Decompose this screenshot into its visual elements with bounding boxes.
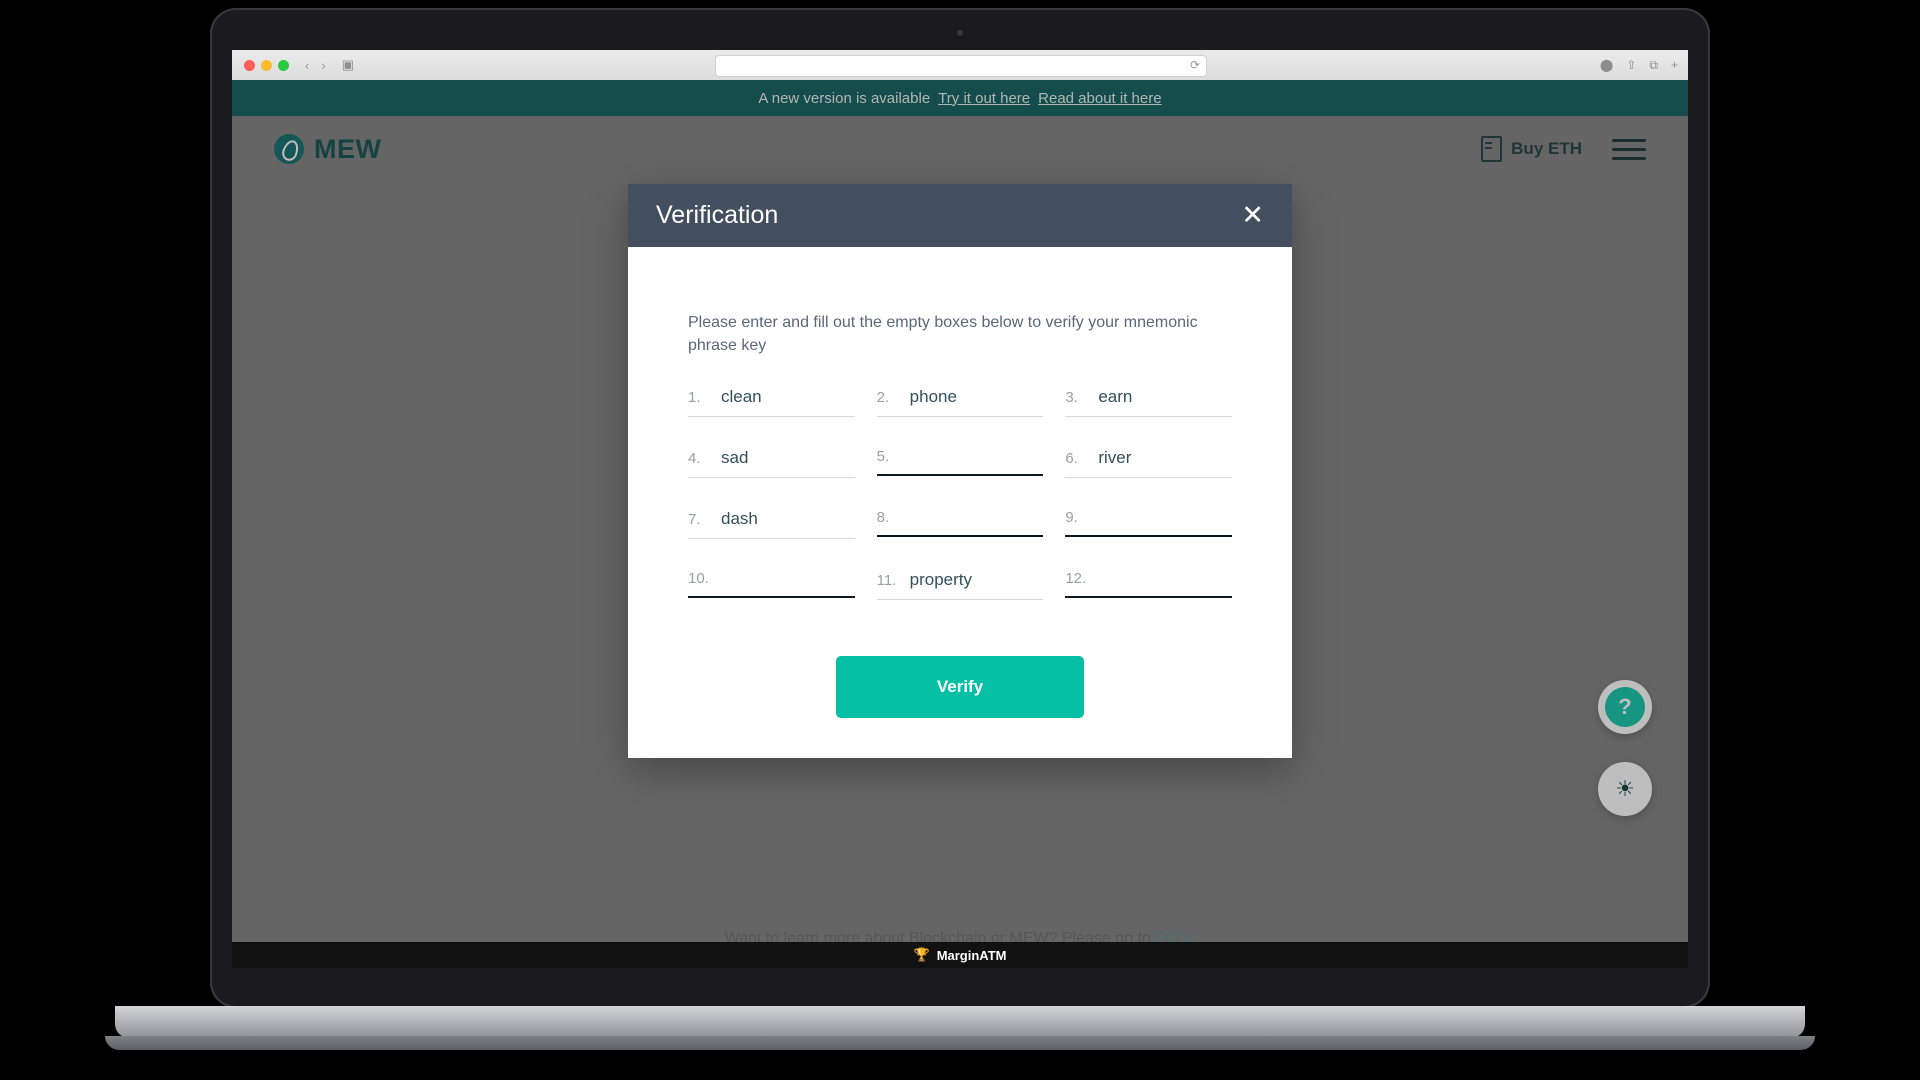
mnemonic-cell: 12. bbox=[1065, 570, 1232, 631]
mnemonic-grid: 1. clean 2. phone 3. earn 4. sad 5. 6. river 7. dash… bbox=[688, 387, 1232, 631]
extensions-icon[interactable]: ⬤ bbox=[1600, 58, 1613, 72]
browser-toolbar: ‹ › ▣ ⟳ ⬤ ⇧ ⧉ + bbox=[232, 50, 1688, 81]
mnemonic-index: 9. bbox=[1065, 509, 1078, 527]
sidebar-icon[interactable]: ▣ bbox=[342, 57, 354, 73]
window-controls[interactable] bbox=[244, 59, 289, 71]
verify-button-row: Verify bbox=[688, 656, 1232, 719]
mnemonic-cell: 8. bbox=[876, 509, 1044, 570]
taskbar-app-name: MarginATM bbox=[936, 947, 1007, 963]
maximize-window-button[interactable] bbox=[278, 59, 289, 71]
mnemonic-word: river bbox=[1098, 448, 1132, 468]
mnemonic-input-4[interactable]: 4. sad bbox=[688, 448, 855, 477]
mnemonic-input-1[interactable]: 1. clean bbox=[688, 387, 855, 416]
mnemonic-underline bbox=[688, 416, 855, 418]
laptop-frame: ‹ › ▣ ⟳ ⬤ ⇧ ⧉ + A new version is availab… bbox=[105, 8, 1815, 1050]
mnemonic-input-10[interactable]: 10. bbox=[688, 570, 855, 596]
mnemonic-index: 4. bbox=[688, 450, 701, 468]
mnemonic-index: 8. bbox=[876, 509, 890, 527]
mnemonic-index: 12. bbox=[1065, 570, 1087, 588]
mnemonic-index: 3. bbox=[1065, 389, 1078, 407]
mnemonic-index: 2. bbox=[876, 389, 890, 407]
mnemonic-cell: 7. dash bbox=[688, 509, 855, 570]
mnemonic-input-6[interactable]: 6. river bbox=[1065, 448, 1232, 477]
margin-atm-icon: 🏆 bbox=[913, 947, 930, 962]
mnemonic-cell: 5. bbox=[876, 448, 1044, 509]
mnemonic-underline bbox=[1065, 416, 1232, 418]
laptop-base bbox=[115, 1006, 1805, 1038]
minimize-window-button[interactable] bbox=[261, 59, 272, 71]
verify-button[interactable]: Verify bbox=[836, 656, 1084, 719]
mnemonic-underline bbox=[688, 538, 855, 540]
close-icon[interactable]: ✕ bbox=[1241, 202, 1264, 229]
mnemonic-underline bbox=[688, 477, 855, 479]
mnemonic-underline bbox=[1065, 477, 1232, 479]
modal-header: Verification ✕ bbox=[628, 184, 1292, 247]
mnemonic-word: earn bbox=[1098, 387, 1133, 407]
new-tab-button[interactable]: + bbox=[1671, 58, 1678, 72]
modal-body: Please enter and fill out the empty boxe… bbox=[628, 247, 1292, 758]
mnemonic-input-2[interactable]: 2. phone bbox=[877, 387, 1044, 416]
taskbar: 🏆 MarginATM bbox=[232, 942, 1688, 968]
mnemonic-input-11[interactable]: 11. property bbox=[877, 570, 1044, 599]
mnemonic-input-8[interactable]: 8. bbox=[877, 509, 1044, 535]
mnemonic-index: 7. bbox=[688, 511, 701, 529]
screen: ‹ › ▣ ⟳ ⬤ ⇧ ⧉ + A new version is availab… bbox=[232, 50, 1688, 968]
close-window-button[interactable] bbox=[244, 59, 255, 71]
webcam bbox=[957, 30, 963, 36]
mnemonic-input-3[interactable]: 3. earn bbox=[1065, 387, 1232, 416]
mnemonic-word: phone bbox=[909, 387, 957, 407]
mnemonic-index: 11. bbox=[876, 572, 897, 590]
mnemonic-word: dash bbox=[721, 509, 758, 529]
mnemonic-index: 1. bbox=[688, 389, 701, 407]
mnemonic-input-12[interactable]: 12. bbox=[1065, 570, 1232, 596]
mnemonic-cell: 4. sad bbox=[688, 448, 855, 509]
share-icon[interactable]: ⇧ bbox=[1626, 58, 1636, 72]
tabs-icon[interactable]: ⧉ bbox=[1649, 58, 1658, 73]
web-page: A new version is available Try it out he… bbox=[232, 80, 1688, 968]
mnemonic-cell: 1. clean bbox=[688, 387, 855, 448]
mnemonic-underline bbox=[876, 535, 1044, 538]
laptop-foot bbox=[105, 1036, 1815, 1050]
mnemonic-word: sad bbox=[721, 448, 749, 468]
mnemonic-input-5[interactable]: 5. bbox=[877, 448, 1044, 474]
address-bar[interactable]: ⟳ bbox=[715, 55, 1207, 77]
toolbar-right[interactable]: ⬤ ⇧ ⧉ + bbox=[1600, 50, 1678, 80]
mnemonic-index: 10. bbox=[688, 570, 709, 588]
mnemonic-underline bbox=[688, 596, 855, 599]
mnemonic-index: 6. bbox=[1065, 450, 1078, 468]
verification-modal: Verification ✕ Please enter and fill out… bbox=[628, 184, 1292, 759]
mnemonic-underline bbox=[876, 599, 1044, 601]
mnemonic-input-7[interactable]: 7. dash bbox=[688, 509, 855, 538]
mnemonic-cell: 10. bbox=[688, 570, 855, 631]
mnemonic-cell: 3. earn bbox=[1065, 387, 1232, 448]
mnemonic-index: 5. bbox=[876, 448, 890, 466]
back-button[interactable]: ‹ bbox=[305, 58, 309, 73]
mnemonic-cell: 2. phone bbox=[876, 387, 1044, 448]
mnemonic-input-9[interactable]: 9. bbox=[1065, 509, 1232, 535]
mnemonic-cell: 9. bbox=[1065, 509, 1232, 570]
mnemonic-cell: 11. property bbox=[876, 570, 1044, 631]
nav-buttons[interactable]: ‹ › bbox=[305, 58, 326, 73]
mnemonic-word: property bbox=[909, 570, 973, 590]
modal-title: Verification bbox=[656, 201, 779, 229]
mnemonic-cell: 6. river bbox=[1065, 448, 1232, 509]
forward-button[interactable]: › bbox=[321, 58, 325, 73]
mnemonic-word: clean bbox=[721, 387, 762, 407]
mnemonic-underline bbox=[1065, 535, 1232, 538]
instruction-text: Please enter and fill out the empty boxe… bbox=[688, 314, 1198, 355]
mnemonic-underline bbox=[876, 416, 1044, 418]
reload-icon[interactable]: ⟳ bbox=[1190, 58, 1200, 72]
mnemonic-underline bbox=[876, 474, 1044, 477]
mnemonic-underline bbox=[1065, 596, 1232, 599]
